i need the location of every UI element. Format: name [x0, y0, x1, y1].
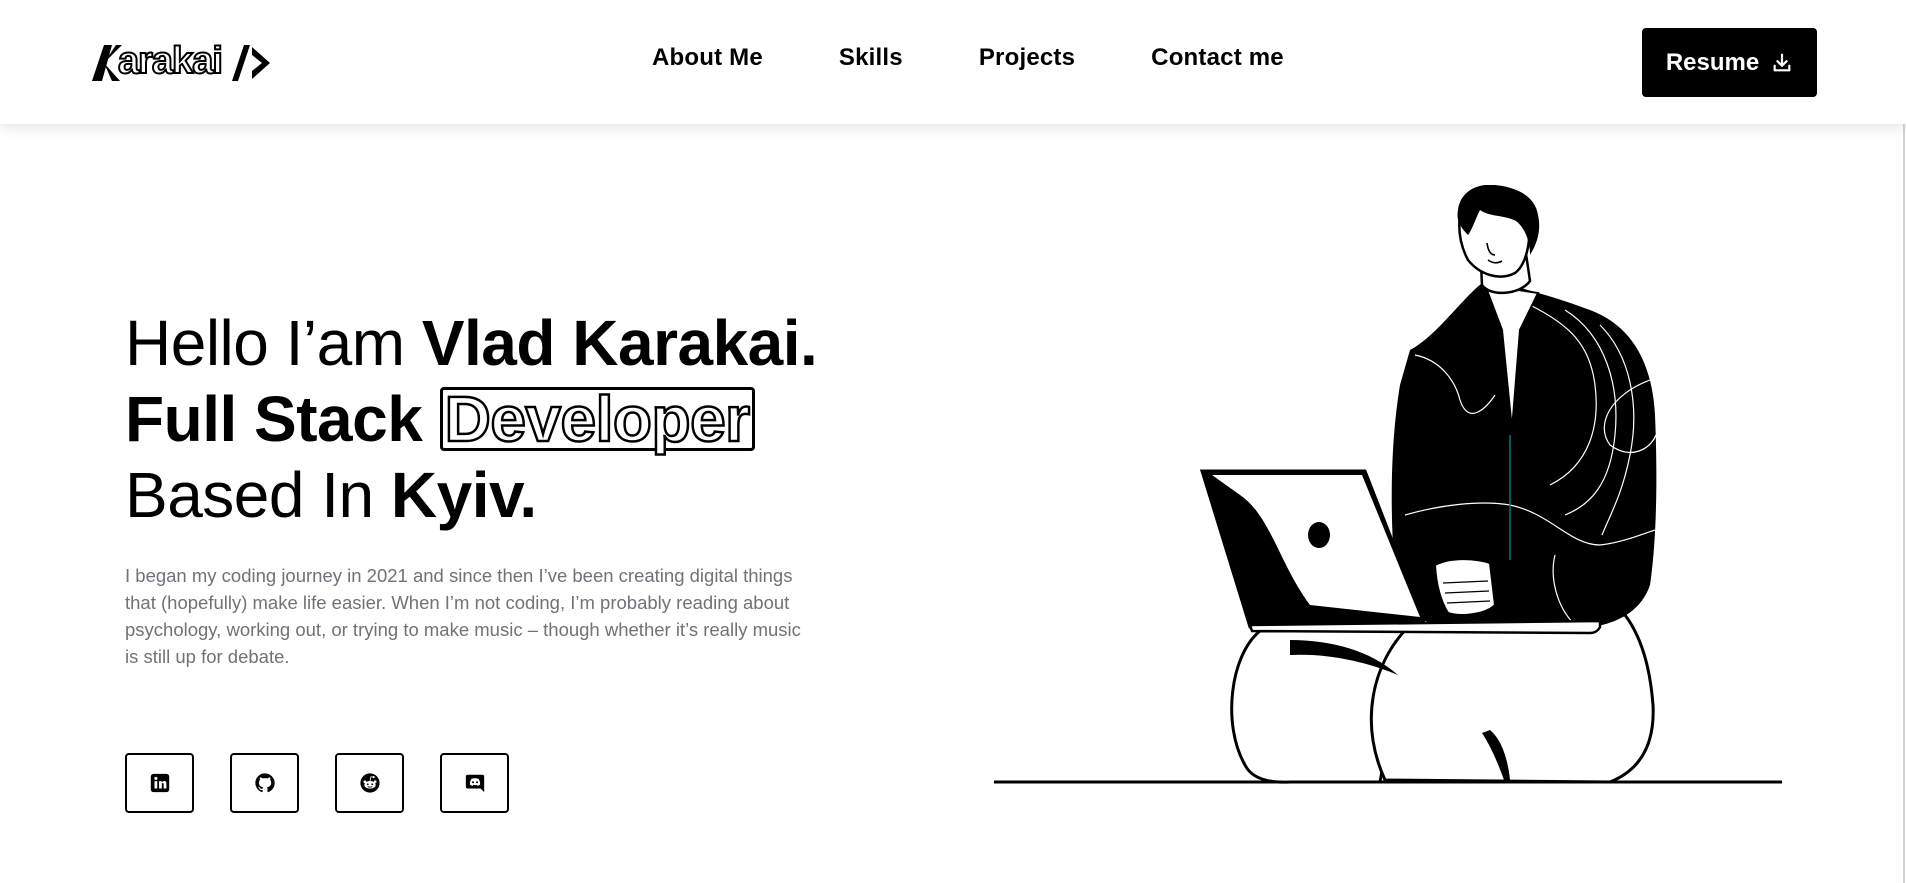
nav-link-contact-me[interactable]: Contact me [1151, 44, 1284, 72]
linkedin-button[interactable] [125, 753, 194, 813]
code-brackets-icon [231, 45, 270, 81]
github-icon [254, 773, 275, 793]
nav-link-about-me[interactable]: About Me [652, 44, 763, 72]
main-nav: About Me Skills Projects Contact me [652, 44, 1284, 72]
hero-intro-text: I began my coding journey in 2021 and si… [125, 565, 801, 667]
hero-role-outlined: Developer [439, 386, 755, 452]
social-links [125, 753, 509, 813]
discord-icon [465, 774, 484, 793]
hero-line-1: Hello I’am Vlad Karakai. [125, 305, 818, 381]
developer-with-laptop-illustration [994, 185, 1782, 784]
hero-line-2: Full Stack Developer [125, 381, 817, 457]
hero-greeting: Hello I’am [125, 307, 422, 379]
linkedin-icon [150, 773, 169, 793]
site-header: arakai About Me Skills Projects Contact … [0, 0, 1906, 124]
hero-location-prefix: Based In [125, 459, 391, 531]
github-button[interactable] [230, 753, 299, 813]
discord-button[interactable] [440, 753, 509, 813]
hero-title: Hello I’am Vlad Karakai. Full Stack Deve… [125, 305, 818, 533]
reddit-icon [359, 773, 380, 793]
logo-text: arakai [117, 39, 224, 83]
nav-link-projects[interactable]: Projects [979, 44, 1075, 72]
nav-link-skills[interactable]: Skills [839, 44, 903, 72]
reddit-button[interactable] [335, 753, 404, 813]
resume-button-label: Resume [1665, 48, 1760, 76]
hero-line-3: Based In Kyiv. [125, 457, 817, 533]
hero-role-prefix: Full Stack [125, 383, 440, 455]
download-icon [1773, 53, 1791, 71]
window-edge-divider [1903, 0, 1905, 883]
brand-logo[interactable]: arakai [90, 39, 296, 86]
hero-name: Vlad Karakai. [421, 307, 818, 379]
hero-location: Kyiv. [390, 459, 537, 531]
resume-button[interactable]: Resume [1642, 28, 1817, 97]
